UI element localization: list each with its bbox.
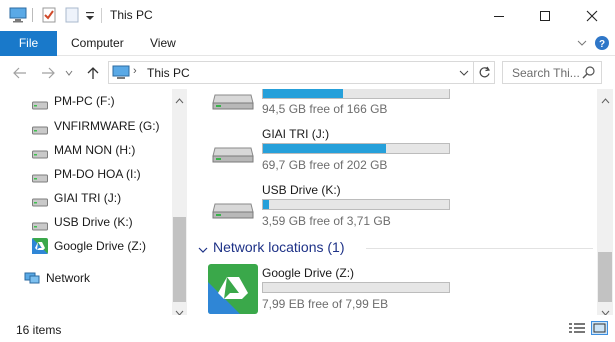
google-drive-icon [208,264,258,315]
network-icon [24,270,40,292]
forward-button[interactable] [40,65,56,81]
address-dropdown-icon[interactable] [459,67,469,81]
nav-item-drive[interactable]: GIAI TRI (J:) [0,188,172,208]
drive-usage-bar [262,199,450,210]
status-bar: 16 items [0,315,615,342]
navigation-pane: PM-PC (F:) VNFIRMWARE (G:) MAM NON (H:) … [0,89,188,315]
recent-locations-button[interactable] [64,65,74,81]
scroll-up-icon[interactable] [175,93,184,107]
drive-icon [32,217,48,237]
drive-usage-bar [262,89,450,99]
tab-view[interactable]: View [136,31,190,56]
nav-item-drive[interactable]: PM-PC (F:) [0,91,172,111]
drive-free-space: 3,59 GB free of 3,71 GB [262,214,391,228]
up-button[interactable] [85,65,101,81]
google-drive-icon [32,238,48,260]
breadcrumb-chevron-icon: › [133,65,137,77]
nav-item-usb-drive[interactable]: USB Drive (K:) [0,212,172,232]
checklist-icon[interactable] [42,7,56,23]
nav-item-drive[interactable]: PM-DO HOA (I:) [0,164,172,184]
drive-icon [32,169,48,189]
nav-item-label: PM-DO HOA (I:) [54,167,141,181]
drive-icon [32,145,48,165]
nav-item-label: GIAI TRI (J:) [54,191,122,205]
address-bar[interactable]: › This PC [108,61,474,84]
drive-icon [32,121,48,141]
nav-item-label: Network [46,271,91,285]
nav-item-google-drive[interactable]: Google Drive (Z:) [0,236,172,256]
nav-item-label: Google Drive (Z:) [54,239,147,253]
customize-toolbar-icon[interactable] [85,7,95,23]
drive-icon [212,89,254,114]
search-input[interactable]: Search Thi... [512,66,580,80]
title-bar: This PC [0,0,615,31]
nav-scrollbar-thumb[interactable] [173,217,186,302]
back-button[interactable] [12,65,28,81]
window-title: This PC [110,8,153,22]
group-header-divider [366,248,593,249]
details-view-icon[interactable] [569,322,585,337]
nav-scrollbar[interactable] [172,89,187,316]
tiles-view-icon[interactable] [591,321,608,335]
nav-item-label: USB Drive (K:) [54,215,133,229]
this-pc-icon[interactable] [9,7,27,23]
maximize-button[interactable] [522,0,568,31]
new-folder-icon[interactable] [65,7,79,23]
ribbon: File Computer View ? [0,31,615,56]
this-pc-icon [112,65,130,83]
network-locations-group-header[interactable]: Network locations (1) [198,239,593,257]
nav-item-network[interactable]: Network [0,268,172,288]
drive-icon [32,193,48,213]
tab-computer[interactable]: Computer [57,31,138,56]
drive-usage-fill [263,144,386,153]
content-pane: 94,5 GB free of 166 GB GIAI TRI (J:) 69,… [191,89,597,315]
refresh-button[interactable] [474,61,495,84]
nav-item-label: PM-PC (F:) [54,94,115,108]
item-count: 16 items [16,323,62,337]
scroll-up-icon[interactable] [601,93,610,107]
drive-name: Google Drive (Z:) [262,266,355,280]
nav-item-drive[interactable]: VNFIRMWARE (G:) [0,116,172,136]
nav-item-label: MAM NON (H:) [54,143,136,157]
drive-icon [32,96,48,116]
breadcrumb[interactable]: This PC [147,66,190,80]
svg-text:?: ? [599,39,605,50]
close-button[interactable] [569,0,615,31]
drive-free-space: 69,7 GB free of 202 GB [262,158,388,172]
content-scrollbar[interactable] [597,89,613,316]
help-icon[interactable]: ? [594,35,610,54]
drive-name: GIAI TRI (J:) [262,127,330,141]
drive-usage-bar [262,282,450,293]
properties-icon[interactable] [31,7,35,23]
drive-usage-bar [262,143,450,154]
minimize-button[interactable] [476,0,522,31]
collapse-chevron-icon[interactable] [198,243,208,257]
drive-usage-fill [263,200,269,209]
title-separator [101,8,102,23]
drive-icon [212,142,254,167]
nav-item-label: VNFIRMWARE (G:) [54,119,160,133]
drive-free-space: 7,99 EB free of 7,99 EB [262,297,389,311]
drive-free-space: 94,5 GB free of 166 GB [262,102,388,116]
search-box[interactable]: Search Thi... [502,61,602,84]
drive-name: USB Drive (K:) [262,183,341,197]
search-icon [582,66,595,82]
drive-icon [212,198,254,223]
group-header-label: Network locations (1) [213,239,345,255]
drive-usage-fill [263,89,343,98]
nav-item-drive[interactable]: MAM NON (H:) [0,140,172,160]
tab-file[interactable]: File [0,31,57,56]
content-scrollbar-thumb[interactable] [598,252,612,302]
expand-ribbon-icon[interactable] [576,37,588,52]
